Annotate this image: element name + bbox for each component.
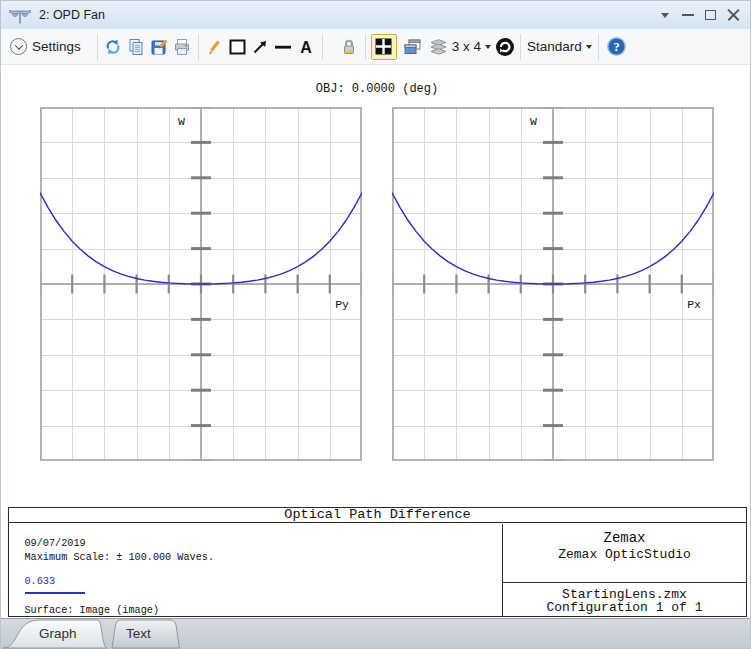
bottom-tabbar: Graph Text: [1, 618, 750, 648]
cascade-windows-button[interactable]: [401, 34, 424, 60]
quad-view-button[interactable]: [371, 34, 397, 60]
layout-dropdown[interactable]: Standard: [525, 39, 594, 54]
layers-button[interactable]: [427, 34, 450, 60]
settings-label: Settings: [32, 39, 81, 54]
surface-line: Surface: Image (image): [25, 605, 160, 616]
x-axis-label: Px: [687, 298, 701, 311]
x-axis-label: Py: [335, 298, 349, 311]
configuration-label: Configuration 1 of 1: [503, 600, 746, 615]
layout-caret-icon: [586, 45, 592, 49]
close-icon: [727, 9, 740, 22]
copy-button[interactable]: [125, 34, 148, 60]
svg-text:A: A: [301, 38, 313, 55]
opd-plot-py: W Py: [40, 107, 362, 461]
annotate-text-button[interactable]: A: [295, 34, 318, 60]
maximum-scale-line: Maximum Scale: ± 100.000 Waves.: [25, 552, 215, 563]
save-button[interactable]: [148, 34, 171, 60]
y-axis-label: W: [178, 115, 185, 128]
toolbar: Settings: [1, 29, 750, 65]
lock-button[interactable]: [338, 34, 361, 60]
layout-label: Standard: [527, 39, 582, 54]
toolbar-separator: [97, 34, 98, 60]
svg-text:?: ?: [613, 40, 619, 54]
brand-cell: Zemax Zemax OpticStudio: [503, 524, 746, 583]
layers-icon: [429, 38, 448, 56]
copy-icon: [127, 38, 145, 56]
annotate-rectangle-button[interactable]: [226, 34, 249, 60]
toolbar-separator: [198, 34, 199, 60]
annotate-pencil-button[interactable]: [203, 34, 226, 60]
info-panel-right-cell: Zemax Zemax OpticStudio StartingLens.zmx…: [502, 524, 746, 616]
grid-size-caret-icon: [485, 45, 491, 49]
toolbar-separator: [598, 34, 599, 60]
wavelength-legend-line: [25, 592, 85, 594]
toolbar-separator: [322, 34, 323, 60]
annotate-arrow-button[interactable]: [249, 34, 272, 60]
text-icon: A: [297, 38, 315, 56]
minimize-icon: [682, 14, 694, 16]
analysis-date: 09/07/2019: [25, 538, 86, 549]
arrow-icon: [251, 38, 269, 56]
tab-text[interactable]: Text: [126, 626, 151, 641]
opd-plot-px: W Px: [392, 107, 714, 461]
wavelength-value: 0.633: [25, 576, 56, 587]
settings-button[interactable]: Settings: [8, 34, 87, 60]
auto-update-icon: [495, 37, 515, 57]
grid-size-label: 3 x 4: [452, 39, 481, 54]
toolbar-separator: [520, 34, 521, 60]
help-button[interactable]: ?: [605, 34, 628, 60]
zemax-app-icon: [8, 4, 32, 26]
minimize-button[interactable]: [676, 1, 699, 29]
brand-name: Zemax: [503, 530, 746, 546]
window-title: 2: OPD Fan: [39, 8, 105, 22]
info-panel-left-cell: 09/07/2019 Maximum Scale: ± 100.000 Wave…: [9, 524, 502, 616]
lock-icon: [340, 38, 358, 56]
tab-graph[interactable]: Graph: [39, 626, 77, 641]
auto-update-button[interactable]: [493, 34, 516, 60]
close-button[interactable]: [722, 1, 745, 29]
print-button[interactable]: [171, 34, 194, 60]
cascade-windows-icon: [403, 38, 422, 56]
titlebar[interactable]: 2: OPD Fan: [1, 1, 750, 29]
settings-chevron-icon: [10, 38, 27, 55]
refresh-button[interactable]: [102, 34, 125, 60]
print-icon: [173, 38, 191, 56]
maximize-icon: [705, 10, 716, 20]
toolbar-separator: [365, 34, 366, 60]
pencil-icon: [205, 38, 223, 56]
window-menu-caret-icon: [661, 13, 669, 18]
brand-product: Zemax OpticStudio: [503, 547, 746, 562]
refresh-icon: [104, 38, 122, 56]
line-icon: [273, 38, 293, 56]
save-icon: [150, 38, 168, 56]
info-panel: Optical Path Difference 09/07/2019 Maxim…: [8, 507, 747, 617]
y-axis-label: W: [530, 115, 537, 128]
maximize-button[interactable]: [699, 1, 722, 29]
rectangle-icon: [228, 38, 247, 56]
opd-fan-window: 2: OPD Fan Settings: [0, 0, 751, 649]
info-panel-title: Optical Path Difference: [9, 508, 746, 523]
quad-view-icon: [375, 38, 392, 55]
plot-field-header: OBJ: 0.0000 (deg): [316, 82, 438, 96]
annotate-line-button[interactable]: [272, 34, 295, 60]
window-menu-button[interactable]: [653, 1, 676, 29]
file-cell: StartingLens.zmx Configuration 1 of 1: [503, 583, 746, 617]
grid-size-dropdown[interactable]: 3 x 4: [450, 39, 493, 54]
help-icon: ?: [606, 36, 627, 57]
